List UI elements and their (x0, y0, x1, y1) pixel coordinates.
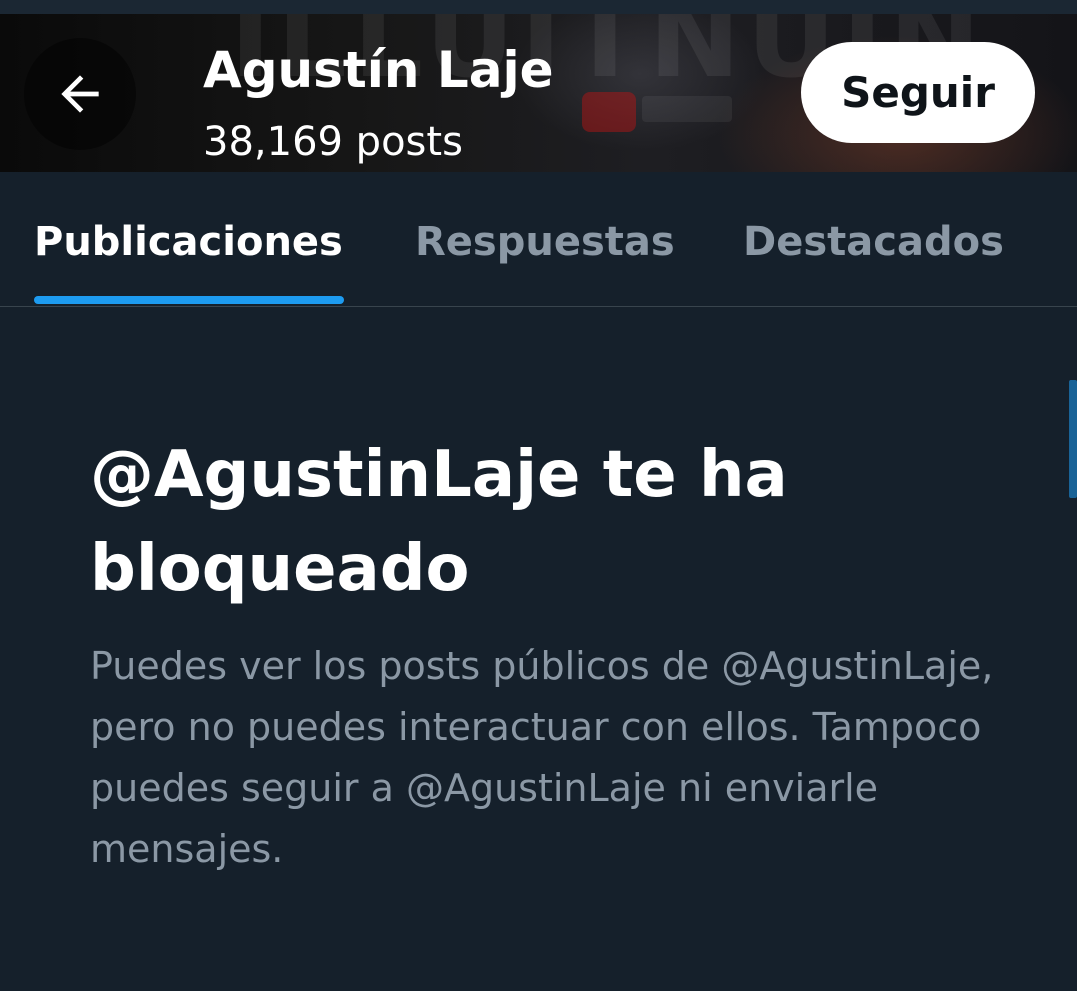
tab-destacados[interactable]: Destacados (743, 212, 1004, 272)
profile-tabs: Publicaciones Respuestas Destacados (0, 172, 1077, 306)
profile-name: Agustín Laje (203, 41, 554, 99)
scrollbar-thumb[interactable] (1069, 380, 1077, 498)
tab-publicaciones[interactable]: Publicaciones (34, 212, 343, 272)
tabs-divider (0, 306, 1077, 307)
status-strip (0, 0, 1077, 14)
profile-screen: ILLUITNUIN Agustín Laje 38,169 posts Seg… (0, 0, 1077, 991)
blocked-description: Puedes ver los posts públicos de @Agusti… (90, 644, 994, 871)
post-count: 38,169 posts (203, 119, 463, 165)
arrow-left-icon (61, 75, 99, 113)
follow-button[interactable]: Seguir (801, 42, 1035, 143)
back-button[interactable] (24, 38, 136, 150)
banner-logo-text-shape (642, 96, 732, 122)
banner-logo-shape (582, 92, 636, 132)
tab-respuestas[interactable]: Respuestas (415, 212, 675, 272)
profile-header: ILLUITNUIN Agustín Laje 38,169 posts Seg… (0, 14, 1077, 172)
blocked-title: @AgustinLaje te ha bloqueado (90, 438, 788, 606)
active-tab-indicator (34, 296, 344, 304)
